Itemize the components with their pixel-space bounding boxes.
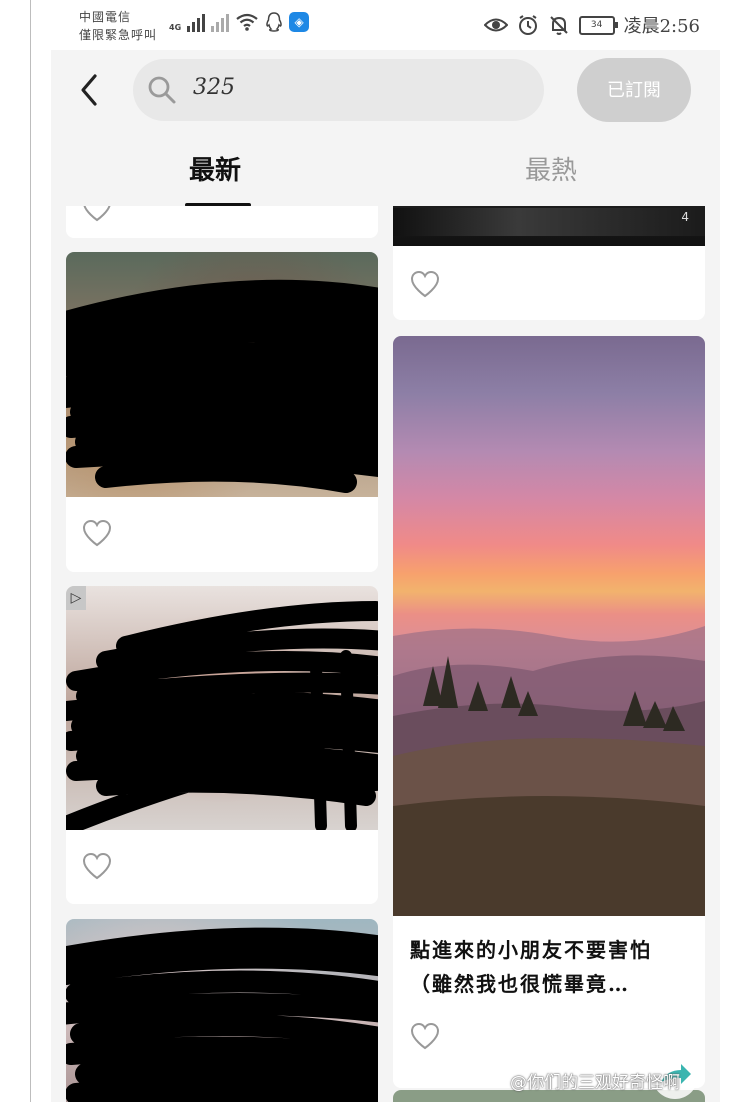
post-card[interactable]: ▷: [66, 586, 378, 904]
battery-icon: 34: [578, 15, 618, 35]
like-heart-icon[interactable]: [82, 519, 112, 547]
bell-off-icon: [549, 16, 568, 35]
track-stripe: [393, 208, 705, 236]
post-card[interactable]: 4: [393, 206, 705, 320]
like-heart-icon[interactable]: [82, 852, 112, 880]
tab-latest[interactable]: 最新: [189, 150, 241, 187]
chevron-left-icon: [81, 74, 97, 106]
post-feed[interactable]: ▷ 4 點進來的小朋友不要害怕（雖然我也很慌畢竟…: [51, 206, 720, 1102]
back-button[interactable]: [71, 66, 107, 114]
post-image-redacted: [66, 919, 378, 1102]
post-caption: 點進來的小朋友不要害怕（雖然我也很慌畢竟…: [410, 938, 652, 996]
like-heart-icon[interactable]: [410, 270, 440, 298]
post-card[interactable]: [66, 206, 378, 238]
search-input[interactable]: 325: [133, 59, 544, 121]
image-count-badge: 4: [681, 210, 689, 224]
no-signal-icon: [211, 12, 230, 32]
post-image-dark: 4: [393, 206, 705, 246]
status-right-icons: 34 凌晨2:56: [483, 12, 700, 38]
battery-level: 34: [590, 19, 603, 30]
redaction-scribble: [66, 601, 378, 830]
like-heart-icon[interactable]: [410, 1022, 440, 1050]
redaction-scribble: [66, 927, 378, 1102]
post-image-sunset: [393, 336, 705, 916]
carrier-info: 中國電信 僅限緊急呼叫: [79, 8, 157, 44]
play-icon: ▷: [66, 586, 86, 610]
watermark: @你们的三观好奇怪啊: [510, 1073, 680, 1093]
subscribed-button[interactable]: 已訂閱: [577, 58, 691, 122]
tab-hottest[interactable]: 最熱: [525, 150, 577, 187]
network-type: 4G: [169, 23, 182, 32]
like-heart-icon[interactable]: [82, 206, 112, 222]
qq-icon: [266, 12, 282, 32]
signal-icon: [187, 12, 206, 32]
left-border-rule: [30, 0, 31, 1102]
eye-icon: [483, 18, 508, 32]
status-bar: 中國電信 僅限緊急呼叫 4G ◈ 34 凌晨2:56: [51, 0, 720, 50]
post-card[interactable]: [66, 919, 378, 1102]
post-image-redacted: ▷: [66, 586, 378, 830]
sunset-landscape: [393, 626, 705, 916]
search-query-text: 325: [193, 75, 235, 100]
post-image-redacted: [66, 252, 378, 497]
carrier-emergency-only: 僅限緊急呼叫: [79, 28, 158, 42]
app-screen: 中國電信 僅限緊急呼叫 4G ◈ 34 凌晨2:56 325 已訂閱 最新 最熱…: [51, 0, 720, 1102]
status-time: 凌晨2:56: [623, 16, 700, 37]
wifi-icon: [236, 13, 258, 31]
search-icon: [148, 76, 176, 104]
shield-app-icon: ◈: [289, 12, 310, 32]
redaction-scribble: [66, 279, 378, 493]
carrier-name: 中國電信: [79, 10, 132, 24]
post-card-sunset[interactable]: 點進來的小朋友不要害怕（雖然我也很慌畢竟…: [393, 336, 705, 1088]
post-card[interactable]: [66, 252, 378, 572]
status-left-icons: 4G ◈: [169, 12, 310, 32]
alarm-icon: [518, 15, 537, 35]
